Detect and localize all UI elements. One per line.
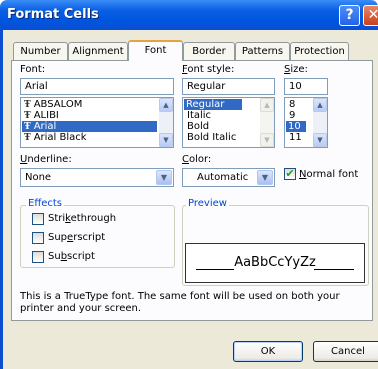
truetype-icon: Ŧ	[24, 133, 31, 143]
font-style-item[interactable]: Italic	[184, 110, 211, 121]
strikethrough-label[interactable]: Strikethrough	[48, 213, 116, 224]
font-input[interactable]: Arial	[20, 78, 174, 95]
cancel-button[interactable]: Cancel	[313, 341, 378, 362]
truetype-icon: Ŧ	[24, 122, 31, 132]
font-style-item-selected[interactable]: Regular	[184, 99, 242, 110]
font-style-label: Font style:	[182, 64, 235, 75]
font-list[interactable]: Ŧ ABSALOM Ŧ ALIBI Ŧ Arial Ŧ Arial Black ▲ ▼	[20, 97, 174, 148]
scroll-up-icon[interactable]: ▲	[260, 98, 274, 112]
color-label: Color:	[182, 154, 212, 165]
subscript-label[interactable]: Subscript	[48, 251, 95, 262]
checkmark-icon: ✔	[285, 167, 295, 180]
normal-font-label[interactable]: Normal font	[299, 169, 358, 180]
preview-group-label: Preview	[186, 198, 229, 209]
tab-number[interactable]: Number	[13, 42, 68, 60]
preview-line	[314, 269, 354, 270]
subscript-checkbox[interactable]	[32, 251, 44, 263]
scroll-down-icon[interactable]: ▼	[313, 133, 327, 147]
normal-font-checkbox[interactable]: ✔	[284, 168, 296, 180]
size-item[interactable]: 11	[286, 132, 302, 143]
superscript-checkbox[interactable]	[32, 232, 44, 244]
scroll-down-icon[interactable]: ▼	[159, 133, 173, 147]
tab-alignment[interactable]: Alignment	[68, 42, 128, 60]
size-list[interactable]: 8 9 10 11 ▲ ▼	[284, 97, 328, 148]
scroll-up-icon[interactable]: ▲	[313, 98, 327, 112]
superscript-label[interactable]: Superscript	[48, 232, 105, 243]
scroll-up-icon[interactable]: ▲	[159, 98, 173, 112]
help-button[interactable]: ?	[339, 5, 360, 26]
ok-button[interactable]: OK	[233, 341, 303, 362]
font-list-item[interactable]: Ŧ ABSALOM	[22, 99, 152, 110]
font-label: Font:	[20, 64, 46, 75]
font-style-item[interactable]: Bold Italic	[184, 132, 236, 143]
effects-group-label: Effects	[26, 198, 64, 209]
underline-label: Underline:	[20, 154, 72, 165]
strikethrough-checkbox[interactable]	[32, 213, 44, 225]
tab-patterns[interactable]: Patterns	[235, 42, 290, 60]
dialog-title: Format Cells	[7, 7, 99, 22]
font-info-text: This is a TrueType font. The same font w…	[20, 291, 340, 314]
size-label: Size:	[284, 64, 308, 75]
size-item[interactable]: 8	[286, 99, 295, 110]
chevron-down-icon[interactable]: ▼	[257, 170, 273, 185]
size-item-selected[interactable]: 10	[286, 121, 306, 132]
font-list-item[interactable]: Ŧ Arial Black	[22, 132, 152, 143]
scroll-down-icon[interactable]: ▼	[260, 133, 274, 147]
font-style-item[interactable]: Bold	[184, 121, 209, 132]
chevron-down-icon[interactable]: ▼	[156, 170, 172, 185]
close-button[interactable]: ✕	[363, 5, 378, 26]
font-style-input[interactable]: Regular	[182, 78, 275, 95]
underline-select[interactable]: None	[20, 168, 174, 187]
font-style-scrollbar[interactable]: ▲ ▼	[260, 98, 274, 147]
size-input[interactable]: 10	[284, 78, 328, 95]
tab-protection[interactable]: Protection	[290, 42, 349, 60]
font-style-list[interactable]: Regular Italic Bold Bold Italic ▲ ▼	[182, 97, 275, 148]
tab-font[interactable]: Font	[128, 40, 183, 61]
size-scrollbar[interactable]: ▲ ▼	[313, 98, 327, 147]
truetype-icon: Ŧ	[24, 111, 31, 121]
tab-border[interactable]: Border	[183, 42, 235, 60]
font-list-item-selected[interactable]: Ŧ Arial	[22, 121, 157, 132]
font-list-scrollbar[interactable]: ▲ ▼	[159, 98, 173, 147]
preview-text: AaBbCcYyZz	[234, 255, 316, 270]
truetype-icon: Ŧ	[24, 100, 31, 110]
preview-box: AaBbCcYyZz	[185, 243, 365, 283]
size-item[interactable]: 9	[286, 110, 295, 121]
font-list-item[interactable]: Ŧ ALIBI	[22, 110, 152, 121]
